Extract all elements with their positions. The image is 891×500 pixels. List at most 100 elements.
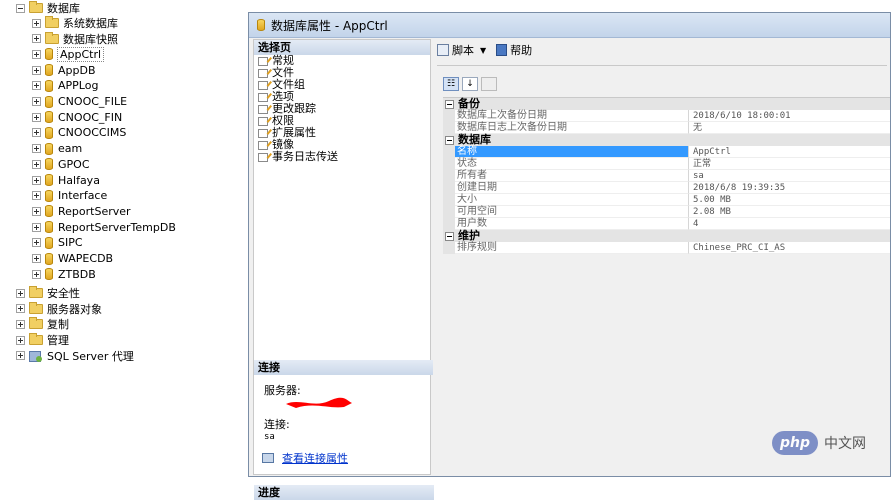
categorized-view-icon[interactable]: ☷ — [443, 77, 459, 91]
expand-plus-icon[interactable] — [32, 254, 41, 263]
php-logo: php — [772, 431, 818, 455]
expand-plus-icon[interactable] — [32, 191, 41, 201]
expand-plus-icon[interactable] — [32, 159, 41, 169]
tree-node-database[interactable]: Halfaya — [32, 172, 100, 188]
grid-category[interactable]: 维护 — [443, 230, 890, 242]
page-icon — [258, 92, 268, 102]
tree-node-top-level[interactable]: SQL Server 代理 — [16, 348, 134, 364]
expand-plus-icon[interactable] — [32, 65, 41, 75]
database-icon — [45, 126, 53, 139]
background-strip — [250, 0, 891, 12]
expand-plus-icon[interactable] — [32, 144, 41, 154]
tree-node-label: 数据库 — [47, 2, 80, 15]
expand-plus-icon[interactable] — [16, 304, 25, 314]
page-icon — [258, 56, 268, 66]
tree-node-top-level[interactable]: 管理 — [16, 332, 69, 348]
expand-plus-icon[interactable] — [32, 269, 41, 279]
property-value: 2018/6/10 18:00:01 — [689, 110, 890, 122]
tree-node-database[interactable]: CNOOCCIMS — [32, 125, 126, 141]
expand-plus-icon[interactable] — [32, 81, 41, 91]
expand-plus-icon[interactable] — [16, 335, 25, 345]
grid-category[interactable]: 备份 — [443, 98, 890, 110]
expand-plus-icon[interactable] — [32, 222, 41, 232]
page-list: 常规 文件 文件组 选项 更改跟踪 权限 扩展属性 镜像 事务日志传送 — [254, 55, 430, 163]
expand-plus-icon[interactable] — [32, 97, 41, 106]
tree-node-database[interactable]: 系统数据库 — [32, 15, 118, 31]
tree-node-database[interactable]: WAPECDB — [32, 251, 113, 267]
grid-category[interactable]: 数据库 — [443, 134, 890, 146]
help-button[interactable]: 帮助 — [496, 42, 532, 58]
tree-node-database[interactable]: AppCtrl — [32, 46, 105, 62]
database-icon — [45, 111, 53, 124]
watermark: php 中文网 — [772, 431, 866, 455]
tree-node-database[interactable]: AppDB — [32, 62, 96, 78]
collapse-minus-icon[interactable] — [16, 3, 25, 13]
tree-node-label: CNOOC_FILE — [58, 95, 128, 108]
tree-node-database[interactable]: ReportServerTempDB — [32, 219, 176, 235]
expand-plus-icon[interactable] — [32, 34, 41, 44]
expand-plus-icon[interactable] — [32, 128, 41, 138]
property-row[interactable]: 创建日期 2018/6/8 19:39:35 — [443, 182, 890, 194]
property-row[interactable]: 用户数 4 — [443, 218, 890, 230]
tree-node-database[interactable]: 数据库快照 — [32, 31, 118, 47]
property-name: 可用空间 — [455, 206, 689, 218]
property-row[interactable]: 数据库上次备份日期 2018/6/10 18:00:01 — [443, 110, 890, 122]
tree-node-database[interactable]: Interface — [32, 188, 107, 204]
property-row[interactable]: 数据库日志上次备份日期无 — [443, 122, 890, 134]
select-page-header: 选择页 — [254, 40, 430, 55]
tree-node-top-level[interactable]: 安全性 — [16, 285, 80, 301]
tree-node-top-level[interactable]: 服务器对象 — [16, 301, 102, 317]
database-icon — [45, 268, 53, 281]
tree-node-label: Halfaya — [58, 173, 100, 187]
property-row[interactable]: 排序规则 Chinese_PRC_CI_AS — [443, 242, 890, 254]
property-row[interactable]: 所有者 sa — [443, 170, 890, 182]
chevron-down-icon[interactable]: ▼ — [480, 46, 486, 55]
tree-node-label: WAPECDB — [58, 252, 114, 265]
folder-icon — [45, 31, 59, 44]
tree-node-database[interactable]: APPLog — [32, 78, 98, 94]
alphabetical-sort-icon[interactable]: ↓ — [462, 77, 478, 91]
tree-node-databases[interactable]: 数据库 — [16, 0, 80, 16]
page-icon — [258, 116, 268, 126]
collapse-minus-icon[interactable] — [445, 135, 454, 145]
connection-header: 连接 — [254, 360, 434, 375]
expand-plus-icon[interactable] — [32, 175, 41, 185]
tree-node-top-level[interactable]: 复制 — [16, 316, 69, 332]
row-gutter — [443, 242, 455, 254]
script-button[interactable]: 脚本 ▼ — [437, 42, 490, 58]
tree-node-database[interactable]: eam — [32, 141, 82, 157]
dialog-titlebar[interactable]: 数据库属性 - AppCtrl — [249, 13, 890, 38]
tree-node-database[interactable]: ZTBDB — [32, 266, 96, 282]
expand-plus-icon[interactable] — [32, 18, 41, 28]
expand-plus-icon[interactable] — [32, 112, 41, 122]
connection-properties-icon — [262, 453, 274, 463]
collapse-minus-icon[interactable] — [445, 231, 454, 241]
view-connection-link[interactable]: 查看连接属性 — [282, 450, 348, 466]
tree-node-label: 系统数据库 — [63, 17, 118, 30]
tree-node-label: CNOOC_FIN — [58, 110, 123, 124]
property-row[interactable]: 可用空间 2.08 MB — [443, 206, 890, 218]
property-value: Chinese_PRC_CI_AS — [689, 242, 890, 254]
tree-node-database[interactable]: SIPC — [32, 235, 83, 251]
expand-plus-icon[interactable] — [16, 288, 25, 298]
property-row[interactable]: 状态 正常 — [443, 158, 890, 170]
property-row[interactable]: 名称 AppCtrl — [443, 146, 890, 158]
expand-plus-icon[interactable] — [32, 238, 41, 248]
expand-plus-icon[interactable] — [16, 319, 25, 329]
expand-plus-icon[interactable] — [32, 49, 41, 59]
tree-node-database[interactable]: CNOOC_FILE — [32, 94, 127, 110]
expand-plus-icon[interactable] — [32, 206, 41, 216]
page-icon — [258, 128, 268, 138]
page-icon — [258, 68, 268, 78]
help-icon — [496, 44, 508, 56]
tree-node-database[interactable]: ReportServer — [32, 203, 131, 219]
collapse-minus-icon[interactable] — [445, 99, 454, 109]
view-connection-properties[interactable]: 查看连接属性 — [262, 450, 348, 466]
tree-node-label: 复制 — [47, 318, 69, 332]
property-row[interactable]: 大小 5.00 MB — [443, 194, 890, 206]
expand-plus-icon[interactable] — [16, 351, 25, 361]
tree-node-database[interactable]: CNOOC_FIN — [32, 109, 122, 125]
tree-node-database[interactable]: GPOC — [32, 156, 90, 172]
page-item[interactable]: 事务日志传送 — [254, 151, 430, 163]
property-pages-icon[interactable] — [481, 77, 497, 91]
